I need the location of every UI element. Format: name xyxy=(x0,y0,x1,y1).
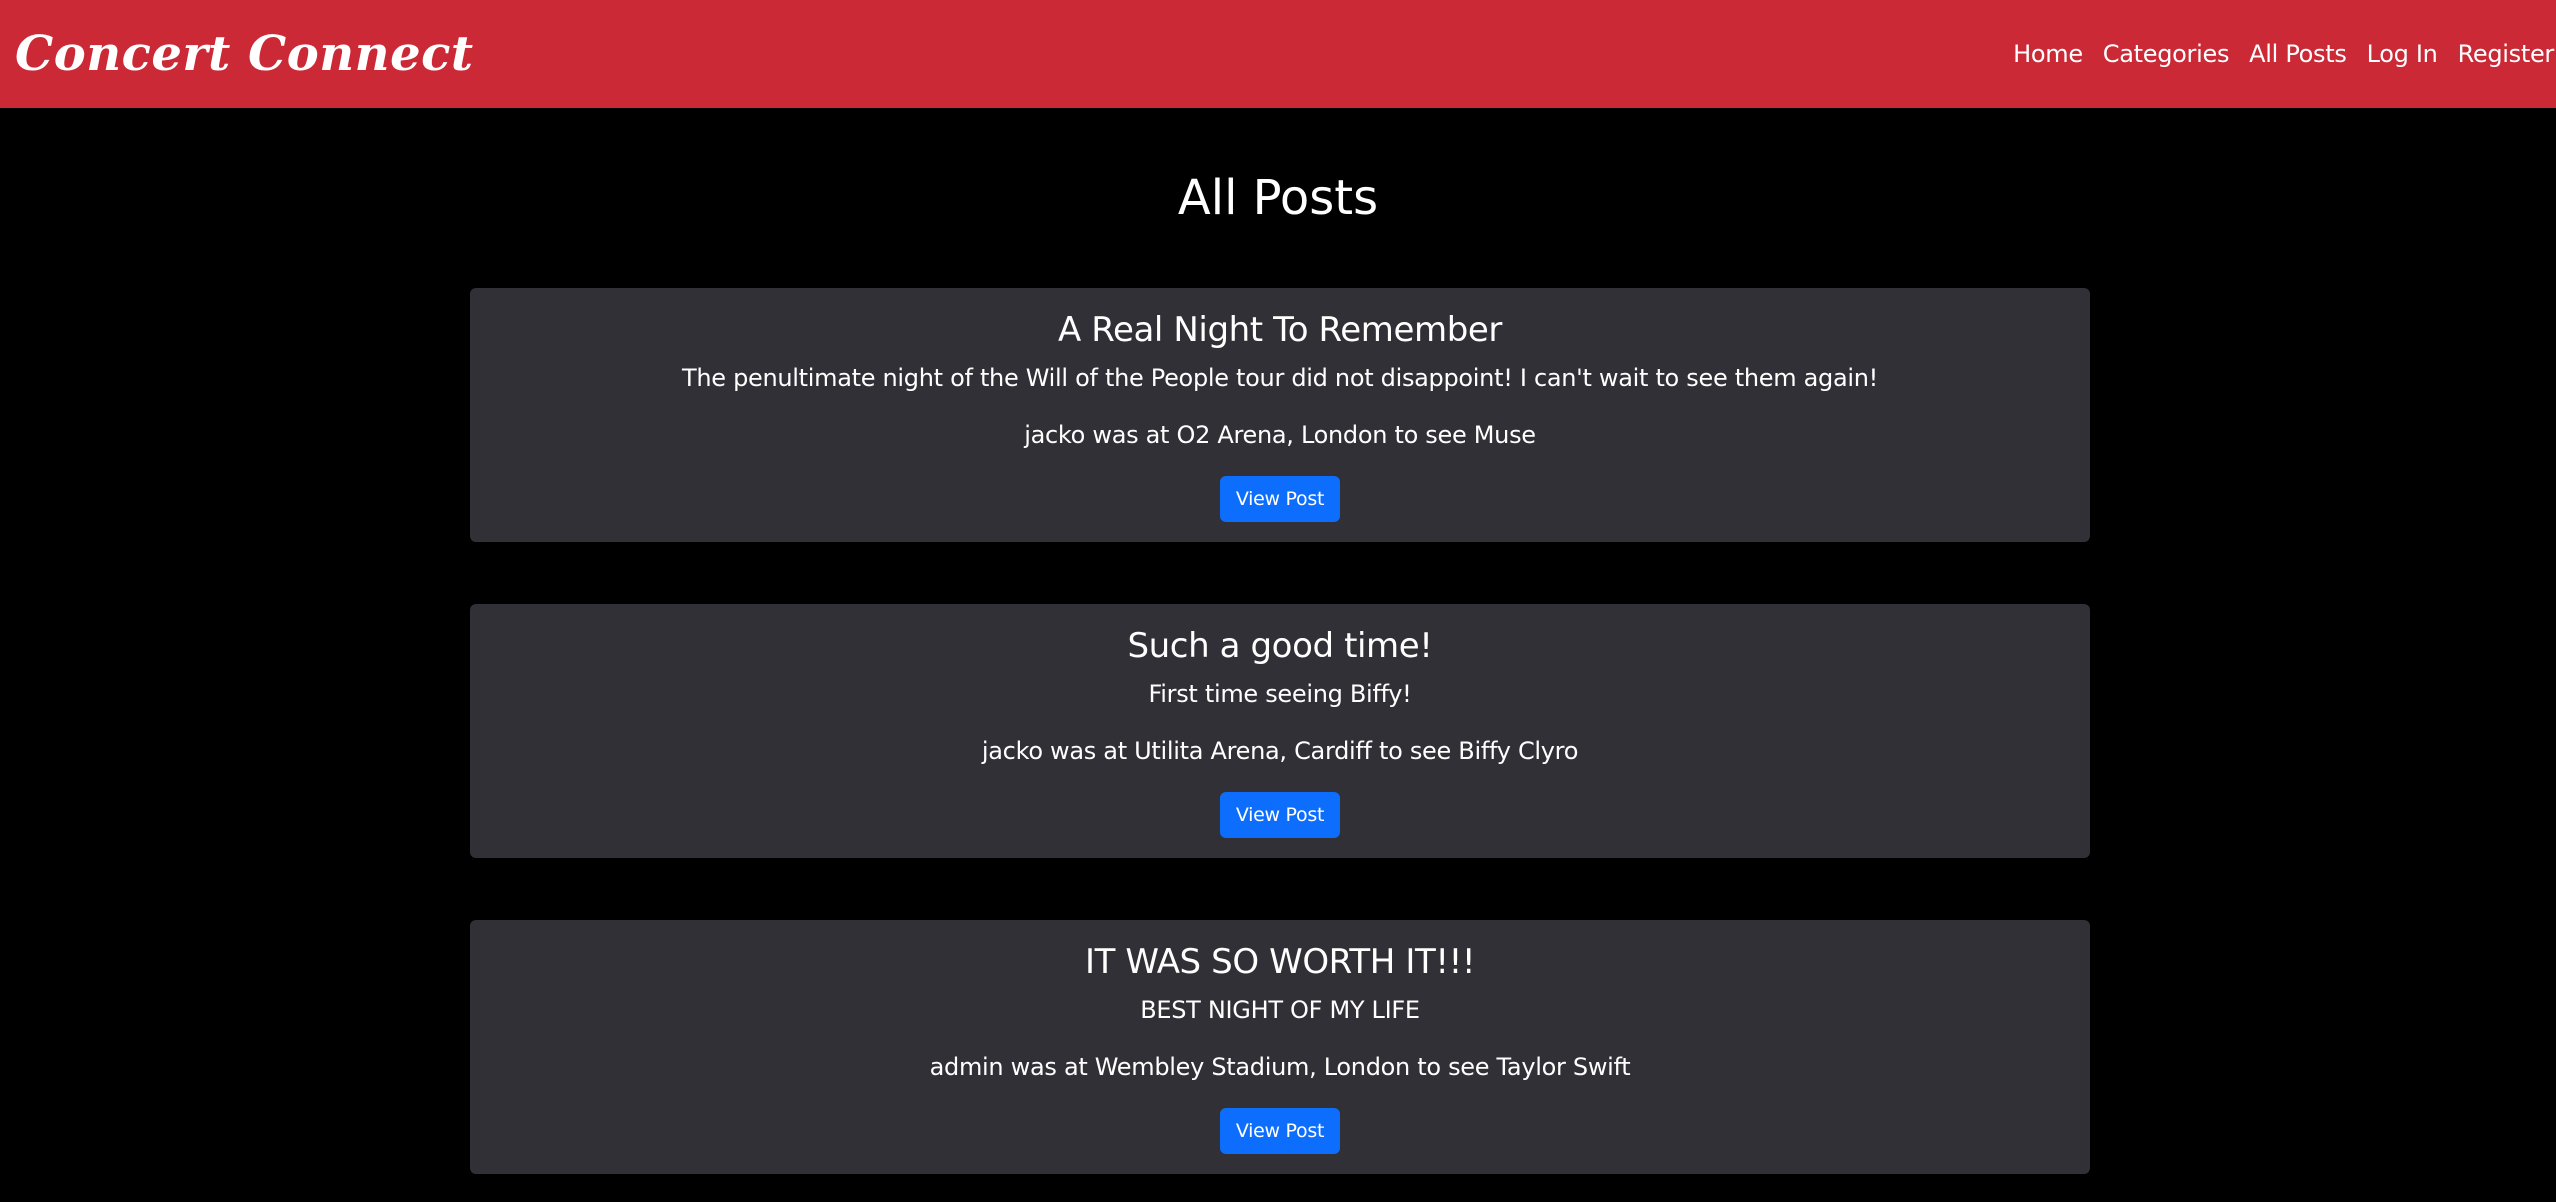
navbar: Concert Connect Home Categories All Post… xyxy=(0,0,2556,108)
post-body: First time seeing Biffy! xyxy=(1148,680,1412,708)
post-meta: jacko was at Utilita Arena, Cardiff to s… xyxy=(981,737,1579,765)
post-card: Such a good time! First time seeing Biff… xyxy=(470,604,2090,858)
nav-link-categories[interactable]: Categories xyxy=(2103,32,2230,76)
post-title: A Real Night To Remember xyxy=(1058,310,1502,350)
page-title: All Posts xyxy=(1177,170,1379,226)
nav-link-log-in[interactable]: Log In xyxy=(2367,32,2438,76)
view-post-button[interactable]: View Post xyxy=(1220,792,1340,838)
nav-links: Home Categories All Posts Log In Registe… xyxy=(2013,32,2554,76)
post-body: BEST NIGHT OF MY LIFE xyxy=(1140,996,1420,1024)
nav-link-register[interactable]: Register xyxy=(2458,32,2555,76)
post-card: A Real Night To Remember The penultimate… xyxy=(470,288,2090,542)
view-post-button[interactable]: View Post xyxy=(1220,476,1340,522)
post-title: Such a good time! xyxy=(1127,626,1433,666)
view-post-button[interactable]: View Post xyxy=(1220,1108,1340,1154)
nav-link-home[interactable]: Home xyxy=(2013,32,2083,76)
post-body: The penultimate night of the Will of the… xyxy=(682,364,1878,392)
post-meta: jacko was at O2 Arena, London to see Mus… xyxy=(1024,421,1536,449)
nav-link-all-posts[interactable]: All Posts xyxy=(2249,32,2347,76)
brand-logo[interactable]: Concert Connect xyxy=(15,22,474,86)
post-meta: admin was at Wembley Stadium, London to … xyxy=(929,1053,1631,1081)
post-card: IT WAS SO WORTH IT!!! BEST NIGHT OF MY L… xyxy=(470,920,2090,1174)
post-title: IT WAS SO WORTH IT!!! xyxy=(1084,942,1476,982)
